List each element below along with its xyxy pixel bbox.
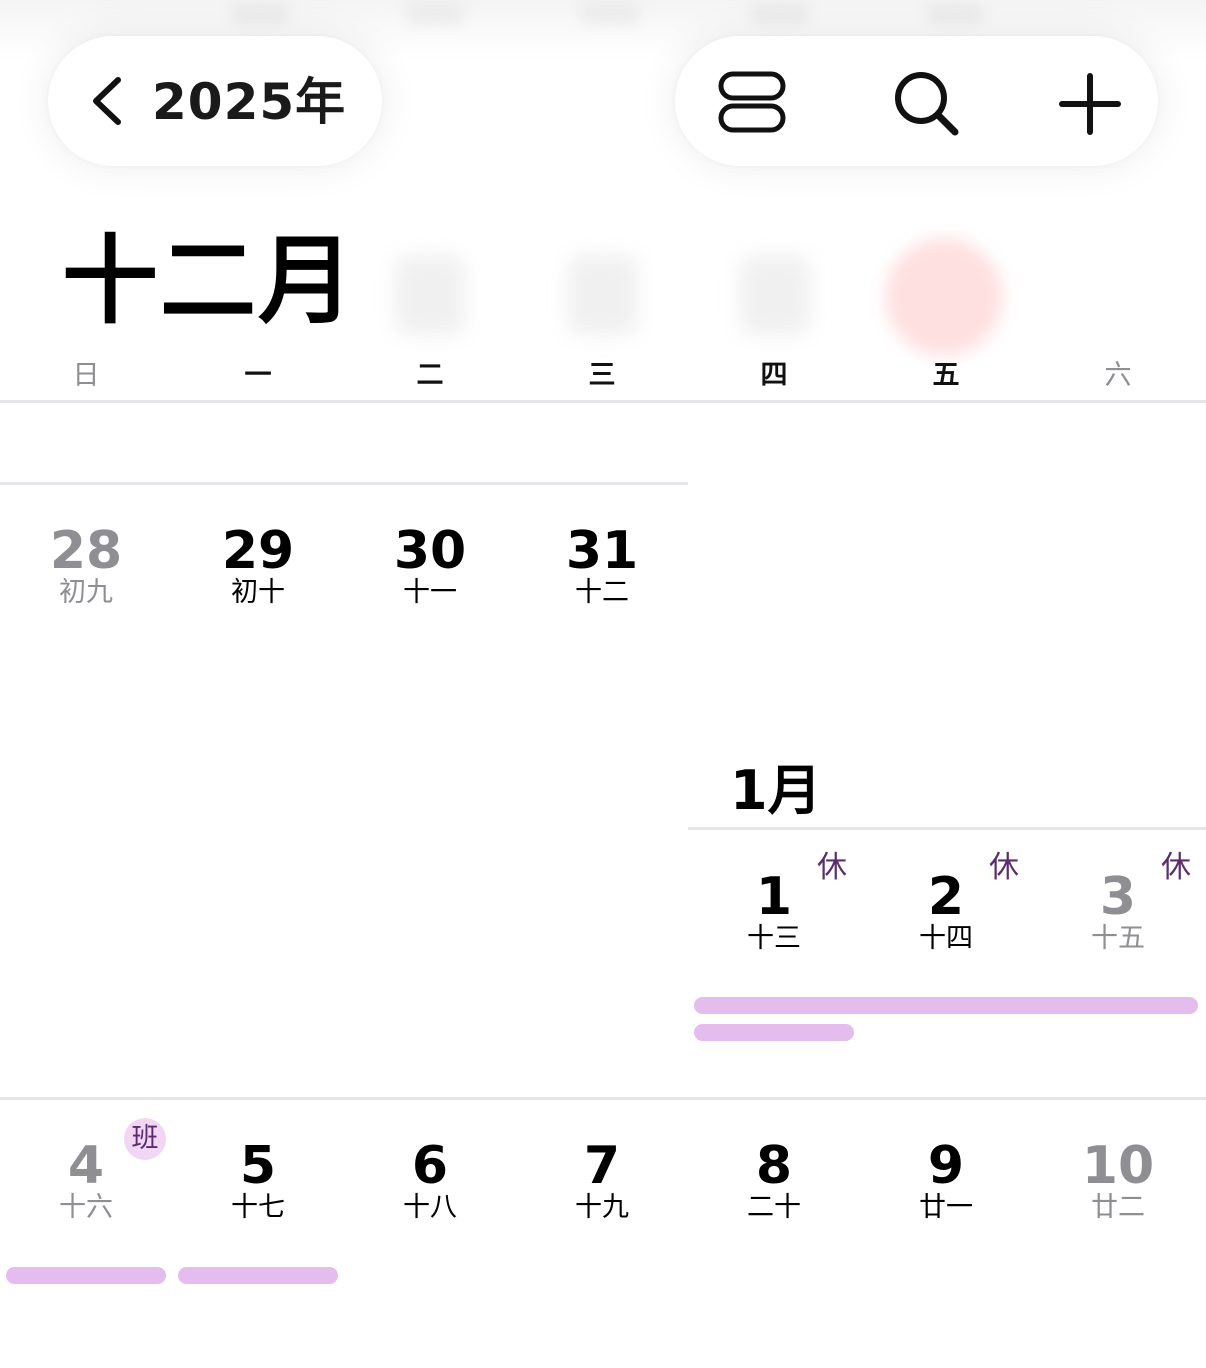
- month-title: 十二月: [62, 225, 356, 337]
- lunar-date: 十三: [747, 923, 801, 954]
- day-cell[interactable]: 6 十八: [344, 1137, 516, 1223]
- lunar-date: 廿一: [919, 1192, 973, 1223]
- blurred-background-shape: [395, 255, 465, 335]
- day-cell[interactable]: 5 十七: [172, 1137, 344, 1223]
- day-cell[interactable]: 31 十二: [516, 522, 688, 608]
- lunar-date: 十八: [403, 1192, 457, 1223]
- day-number: 6: [411, 1136, 449, 1196]
- blurred-background-shape: [750, 0, 810, 24]
- year-label: 2025年: [152, 73, 347, 131]
- day-cell[interactable]: 10 廿二: [1032, 1137, 1204, 1223]
- day-number: 5: [239, 1136, 277, 1196]
- event-bar[interactable]: [6, 1267, 166, 1284]
- workday-badge: 班: [124, 1118, 166, 1160]
- week-divider: [0, 1097, 1206, 1100]
- blurred-today-highlight: [885, 238, 1003, 356]
- lunar-date: 十四: [919, 923, 973, 954]
- chevron-left-icon[interactable]: [82, 74, 132, 128]
- toolbar-actions: [675, 36, 1158, 166]
- holiday-rest-tag: 休: [817, 850, 847, 885]
- weekday-fri: 五: [932, 360, 960, 391]
- month-label-january: 1月: [730, 759, 822, 822]
- week-divider: [0, 482, 688, 485]
- lunar-date: 十二: [575, 577, 629, 608]
- day-number: 9: [927, 1136, 965, 1196]
- weekday-thu: 四: [760, 360, 788, 391]
- lunar-date: 十一: [403, 577, 457, 608]
- day-number: 10: [1081, 1136, 1155, 1196]
- weekday-sat: 六: [1104, 360, 1132, 391]
- event-bar[interactable]: [178, 1267, 338, 1284]
- blurred-background-shape: [925, 0, 985, 24]
- weekday-mon: 一: [244, 360, 272, 391]
- day-cell[interactable]: 7 十九: [516, 1137, 688, 1223]
- day-cell[interactable]: 28 初九: [0, 522, 172, 608]
- lunar-date: 十七: [231, 1192, 285, 1223]
- holiday-rest-tag: 休: [989, 850, 1019, 885]
- blurred-background-shape: [230, 0, 290, 24]
- month-divider: [688, 827, 1206, 830]
- holiday-rest-tag: 休: [1161, 850, 1191, 885]
- weekday-sun: 日: [72, 360, 100, 391]
- weekday-wed: 三: [588, 360, 616, 391]
- lunar-date: 廿二: [1091, 1192, 1145, 1223]
- lunar-date: 二十: [747, 1192, 801, 1223]
- back-to-year-button[interactable]: 2025年: [48, 36, 382, 166]
- day-number: 29: [221, 521, 295, 581]
- lunar-date: 十九: [575, 1192, 629, 1223]
- lunar-date: 十六: [59, 1192, 113, 1223]
- event-bar[interactable]: [694, 997, 1198, 1014]
- weekday-tue: 二: [416, 360, 444, 391]
- day-number: 7: [583, 1136, 621, 1196]
- lunar-date: 初十: [231, 577, 285, 608]
- blurred-background-shape: [568, 255, 638, 335]
- day-cell[interactable]: 29 初十: [172, 522, 344, 608]
- view-toggle-icon[interactable]: [717, 68, 787, 138]
- lunar-date: 十五: [1091, 923, 1145, 954]
- plus-icon[interactable]: [1055, 68, 1125, 138]
- blurred-background-shape: [580, 0, 640, 24]
- day-cell[interactable]: 8 二十: [688, 1137, 860, 1223]
- weekday-header-divider: [0, 400, 1206, 403]
- day-cell[interactable]: 30 十一: [344, 522, 516, 608]
- day-number: 30: [393, 521, 467, 581]
- day-number: 8: [755, 1136, 793, 1196]
- lunar-date: 初九: [59, 577, 113, 608]
- day-number: 31: [565, 521, 639, 581]
- blurred-background-shape: [740, 255, 810, 335]
- day-cell[interactable]: 9 廿一: [860, 1137, 1032, 1223]
- event-bar[interactable]: [694, 1024, 854, 1041]
- blurred-background-shape: [405, 0, 465, 24]
- day-number: 28: [49, 521, 123, 581]
- search-icon[interactable]: [891, 68, 961, 138]
